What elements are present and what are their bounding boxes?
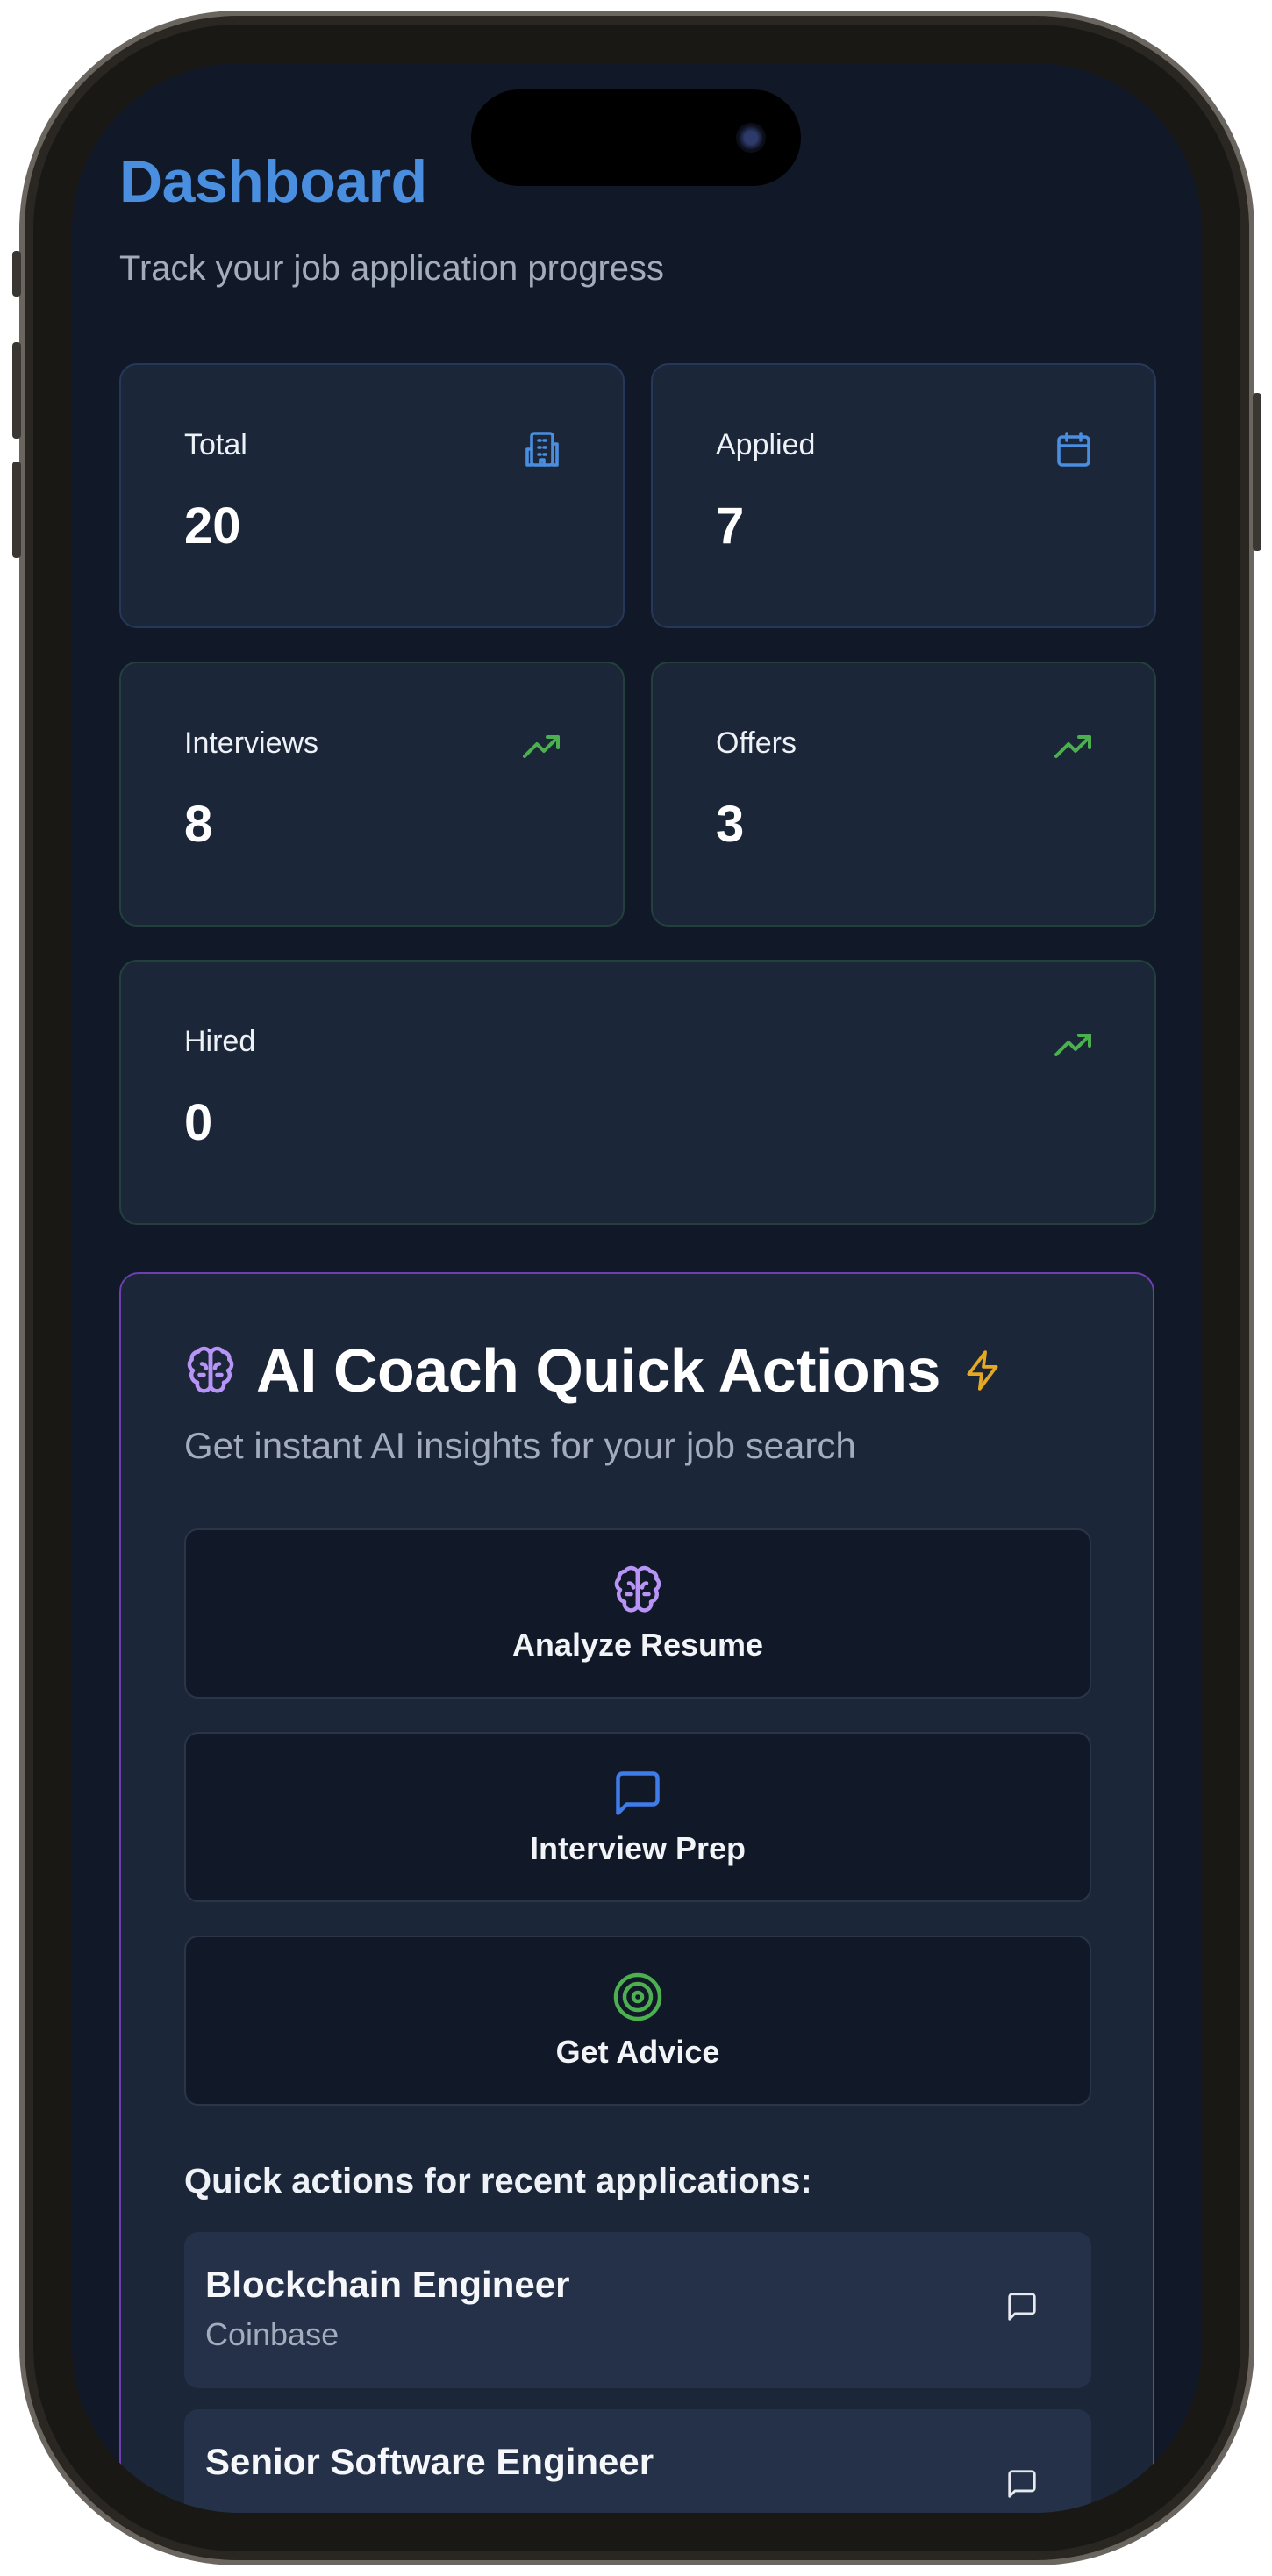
stat-card-interviews[interactable]: Interviews 8 [119, 662, 625, 927]
action-label: Get Advice [555, 2034, 720, 2070]
mute-switch [12, 251, 21, 297]
ai-coach-panel: AI Coach Quick Actions Get instant AI in… [119, 1272, 1154, 2513]
ai-coach-title: AI Coach Quick Actions [256, 1336, 940, 1405]
screen: Dashboard Track your job application pro… [72, 63, 1202, 2513]
stat-value: 0 [184, 1094, 213, 1151]
page-title: Dashboard [119, 148, 427, 215]
ai-coach-subtitle: Get instant AI insights for your job sea… [184, 1425, 856, 1466]
stat-label: Offers [716, 726, 797, 760]
stat-value: 7 [716, 497, 745, 555]
action-label: Interview Prep [529, 1830, 747, 1866]
recent-application-item[interactable]: Blockchain Engineer Coinbase [184, 2232, 1091, 2388]
brain-icon [187, 1346, 234, 1393]
recent-job-title: Senior Software Engineer [205, 2441, 654, 2482]
recent-job-title: Blockchain Engineer [205, 2264, 570, 2305]
zap-icon [967, 1350, 998, 1391]
get-advice-button[interactable]: Get Advice [184, 1936, 1091, 2106]
stat-label: Hired [184, 1025, 256, 1058]
stat-label: Applied [716, 428, 816, 462]
recent-company: Coinbase [205, 2316, 339, 2352]
recent-actions-heading: Quick actions for recent applications: [184, 2162, 812, 2200]
analyze-resume-button[interactable]: Analyze Resume [184, 1528, 1091, 1699]
ai-coach-header: AI Coach Quick Actions [184, 1335, 1005, 1406]
trending-up-icon [1054, 735, 1091, 758]
action-label: Analyze Resume [511, 1627, 764, 1663]
trending-up-icon [523, 735, 560, 758]
message-square-icon [616, 1771, 660, 1815]
brain-icon [614, 1565, 661, 1613]
stat-label: Total [184, 428, 247, 462]
power-button [1253, 393, 1261, 551]
volume-down-button [12, 462, 21, 558]
trending-up-icon [1054, 1034, 1091, 1056]
stat-card-total[interactable]: Total 20 [119, 363, 625, 628]
building-icon [525, 432, 559, 467]
interview-prep-button[interactable]: Interview Prep [184, 1732, 1091, 1902]
stat-label: Interviews [184, 726, 319, 760]
stat-card-offers[interactable]: Offers 3 [651, 662, 1156, 927]
volume-up-button [12, 342, 21, 439]
stat-value: 8 [184, 796, 213, 853]
stat-card-hired[interactable]: Hired 0 [119, 960, 1156, 1225]
camera [736, 123, 766, 153]
message-square-icon[interactable] [1005, 2290, 1039, 2323]
recent-application-item[interactable]: Senior Software Engineer [184, 2409, 1091, 2513]
stat-value: 3 [716, 796, 745, 853]
calendar-icon [1057, 432, 1090, 467]
stat-value: 20 [184, 497, 241, 555]
target-icon [613, 1972, 662, 2021]
page-subtitle: Track your job application progress [119, 249, 665, 288]
message-square-icon[interactable] [1005, 2467, 1039, 2501]
stat-card-applied[interactable]: Applied 7 [651, 363, 1156, 628]
dynamic-island [471, 89, 801, 186]
